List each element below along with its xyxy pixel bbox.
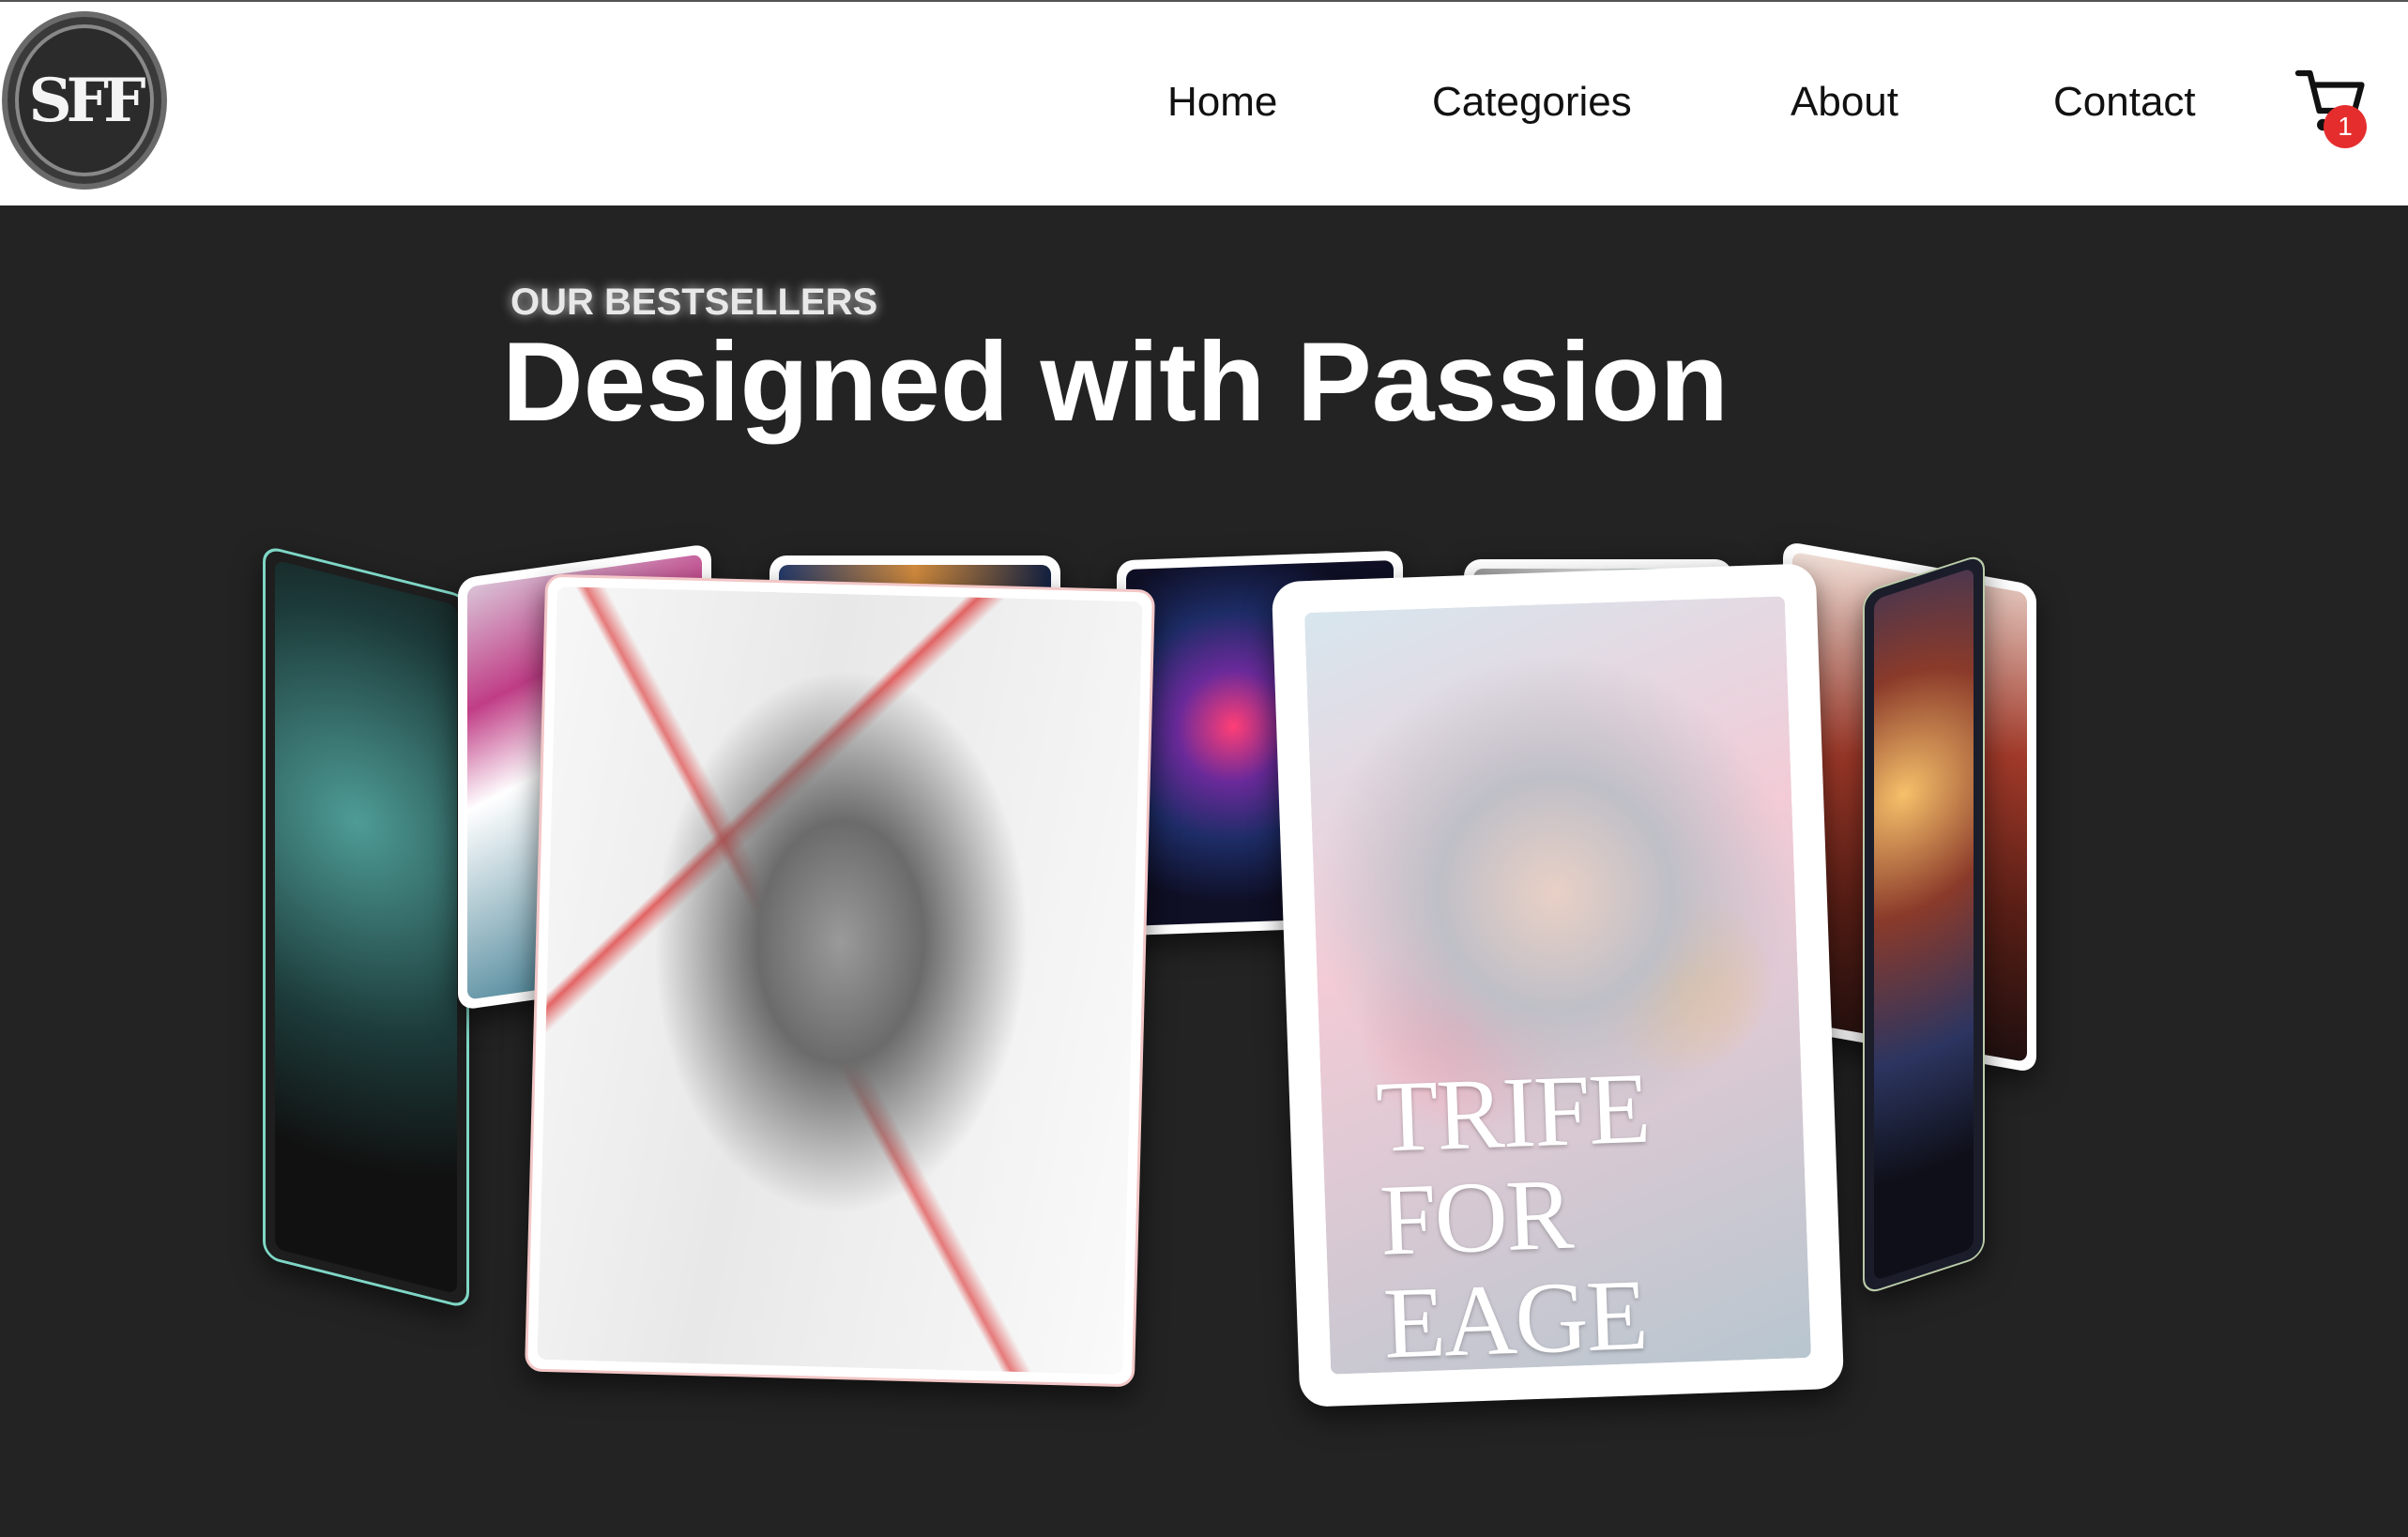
cover-art — [537, 586, 1143, 1376]
nav-categories-link[interactable]: Categories — [1432, 79, 1632, 125]
carousel-card-angel[interactable] — [524, 573, 1156, 1388]
nav-contact-link[interactable]: Contact — [2053, 79, 2196, 125]
cover-art — [1874, 567, 1974, 1282]
carousel-card[interactable] — [1863, 552, 1985, 1297]
carousel-card[interactable] — [263, 544, 469, 1310]
nav-categories[interactable]: Categories — [1432, 79, 1632, 126]
top-navigation-bar: SFF Home Categories About Contact 1 — [0, 0, 2408, 205]
cover-art — [275, 559, 457, 1295]
nav-home[interactable]: Home — [1167, 79, 1277, 126]
brand-logo[interactable]: SFF — [2, 11, 167, 190]
cover-title: TRIFE FOR EAGE — [1374, 1052, 1651, 1380]
nav-contact[interactable]: Contact — [2053, 79, 2196, 126]
hero-headline: Designed with Passion — [502, 319, 1729, 445]
nav-about-link[interactable]: About — [1791, 79, 1898, 125]
nav-home-link[interactable]: Home — [1167, 79, 1277, 125]
bestseller-carousel[interactable]: TRIFE FOR EAGE — [0, 525, 2408, 1408]
cart-button[interactable]: 1 — [2294, 64, 2378, 148]
logo-monogram: SFF — [28, 65, 145, 136]
carousel-card-featured[interactable]: TRIFE FOR EAGE — [1271, 563, 1845, 1408]
nav-about[interactable]: About — [1791, 79, 1898, 126]
cart-count-badge: 1 — [2324, 105, 2367, 148]
